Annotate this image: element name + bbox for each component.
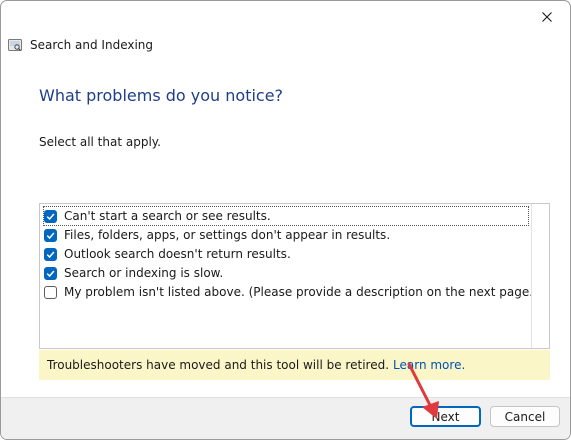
close-icon [542,12,552,22]
option-checkbox[interactable] [44,285,57,299]
option-checkbox[interactable] [44,228,57,242]
close-button[interactable] [524,1,570,33]
checkmark-icon [46,213,55,220]
option-label: Search or indexing is slow. [64,266,224,280]
checkmark-icon [46,251,55,258]
option-checkbox[interactable] [44,266,57,280]
option-label: Files, folders, apps, or settings don't … [64,228,391,242]
next-button[interactable]: Next [410,406,481,427]
dialog-window: Search and Indexing What problems do you… [0,0,571,440]
page-heading: What problems do you notice? [39,86,284,105]
problem-option-search-results[interactable]: Can't start a search or see results. [43,206,529,226]
cancel-button[interactable]: Cancel [490,406,560,427]
checkmark-icon [46,270,55,277]
learn-more-link[interactable]: Learn more. [393,358,465,372]
option-label: My problem isn't listed above. (Please p… [64,285,538,299]
button-bar: Next Cancel [1,397,570,439]
retirement-notice: Troubleshooters have moved and this tool… [39,350,550,380]
problem-option-outlook[interactable]: Outlook search doesn't return results. [44,245,291,263]
search-indexing-app-icon [8,39,22,51]
option-label: Outlook search doesn't return results. [64,247,291,261]
option-checkbox[interactable] [44,247,57,261]
problem-list[interactable]: Can't start a search or see results. Fil… [39,203,550,349]
instruction-text: Select all that apply. [39,135,161,149]
window-title: Search and Indexing [30,38,154,52]
list-scrollbar[interactable] [531,204,549,348]
problem-option-slow[interactable]: Search or indexing is slow. [44,264,223,282]
problem-option-files-folders[interactable]: Files, folders, apps, or settings don't … [44,226,390,244]
problem-option-not-listed[interactable]: My problem isn't listed above. (Please p… [44,283,538,301]
notice-text: Troubleshooters have moved and this tool… [47,358,390,372]
title-bar: Search and Indexing [8,38,153,52]
option-checkbox[interactable] [44,209,57,223]
checkmark-icon [46,232,55,239]
option-label: Can't start a search or see results. [64,209,271,223]
